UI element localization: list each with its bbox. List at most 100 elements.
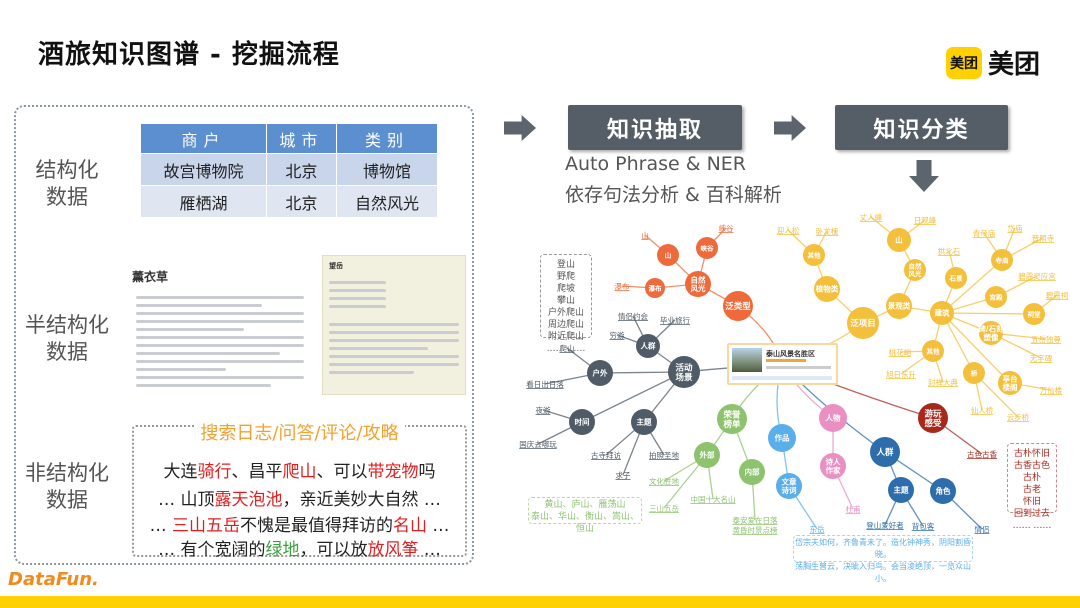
poi-title: 泰山风景名胜区 — [766, 350, 815, 358]
node-label: 亭台楼阁 — [1003, 374, 1018, 393]
leaf-label: 岱庙 — [1008, 223, 1023, 233]
leaf-label: 普照寺 — [1032, 233, 1055, 243]
leaf-label: 万仙楼 — [1040, 385, 1063, 395]
node-label: 自然风光 — [691, 275, 706, 294]
node-label: 作品 — [775, 433, 790, 443]
node-label: 石景 — [949, 273, 964, 282]
node-label: 泛项目 — [850, 318, 876, 329]
leaf-label: 瀑布 — [615, 281, 630, 291]
leaf-label: 封禅大典 — [928, 377, 958, 387]
leaf-label: 毕业旅行 — [660, 315, 690, 325]
list-item: 岱宗夫如何，齐鲁青未了。造化钟神秀，阴阳割昏晓。 — [795, 538, 971, 559]
climb-synonyms-box: 登山野爬爬坡攀山户外爬山周边爬山附近爬山 …… …… — [540, 254, 592, 354]
leaf-label: 云步桥 — [1007, 412, 1030, 422]
leaf-label: 碧霞灵应宫 — [1018, 271, 1056, 281]
leaf-label: 日观峰 — [914, 215, 937, 225]
leaf-label: 旭日东升 — [886, 369, 916, 379]
footer-bar — [0, 596, 1080, 608]
list-item: 荡胸生曾云，决眦入归鸟。会当凌绝顶，一览众山小。 — [795, 562, 971, 583]
leaf-label: 峡谷 — [719, 223, 734, 233]
node-label: 人群 — [876, 447, 894, 458]
leaf-label: 登山爱好者 — [866, 520, 904, 530]
list-item: 户外爬山 — [547, 308, 584, 318]
node-label: 山 — [895, 235, 903, 245]
leaf-label: 仙人桥 — [971, 405, 994, 415]
node-label: 人群 — [641, 341, 656, 351]
leaf-label: 泰安爱在日落黄昏时景点榜 — [733, 515, 778, 535]
leaf-label: 无字碑 — [1030, 353, 1053, 363]
leaf-label: 山 — [641, 230, 649, 240]
node-label: 建筑 — [934, 308, 950, 318]
node-label: 其他 — [808, 250, 822, 259]
leaf-label: 求子 — [616, 470, 631, 480]
leaf-label: 看日出日落 — [526, 379, 564, 389]
leaf-label: 情侣约会 — [618, 311, 648, 321]
feeling-synonyms-box: 古朴怀旧古香古色古朴古老怀旧回到过去 …… …… — [1007, 443, 1057, 531]
node-label: 宫殿 — [990, 292, 1004, 301]
node-label: 户外 — [593, 368, 608, 378]
node-label: 泛类型 — [725, 301, 751, 312]
list-item: 怀旧 — [1022, 497, 1041, 507]
node-label: 活动场景 — [675, 362, 693, 383]
leaf-label: 拱北石 — [938, 246, 961, 256]
node-label: 植物类 — [815, 284, 839, 294]
mountains-box: 黄山、庐山、雁荡山泰山、华山、衡山、嵩山、恒山 — [528, 497, 642, 534]
leaf-label: 三山五岳 — [649, 503, 679, 513]
leaf-label: 古寺拜访 — [591, 450, 621, 460]
node-label: 其他 — [927, 346, 941, 355]
node-label: 主题 — [894, 485, 909, 495]
leaf-label: 情侣 — [975, 524, 990, 534]
list-item: 附近爬山 — [547, 332, 584, 342]
leaf-label: 夜游 — [536, 405, 551, 415]
node-label: 游玩感受 — [924, 408, 942, 429]
node-label: 寺庙 — [996, 255, 1010, 264]
node-label: 文章诗词 — [782, 477, 797, 496]
node-label: 瀑布 — [649, 283, 663, 292]
node-label: 峡谷 — [701, 243, 715, 252]
node-label: 祠堂 — [1028, 309, 1042, 318]
datafun-logo: DataFun. — [8, 569, 99, 590]
leaf-label: 穷游 — [610, 330, 625, 340]
list-item: 野爬 — [556, 272, 575, 282]
list-item: …… …… — [1012, 521, 1052, 531]
leaf-label: 文化胜地 — [649, 476, 679, 486]
list-item: …… …… — [546, 344, 586, 354]
leaf-label: 国庆去哪玩 — [519, 439, 557, 449]
list-item: 登山 — [556, 260, 575, 270]
poi-card: 泰山风景名胜区 — [727, 343, 838, 385]
node-label: 荣誉榜单 — [722, 409, 741, 430]
leaf-label: 杜甫 — [846, 504, 861, 514]
list-item: 古朴 — [1022, 473, 1041, 483]
leaf-label: 青帝庙 — [973, 228, 996, 238]
node-label: 内部 — [745, 467, 760, 477]
leaf-label: 桃花峪 — [889, 347, 912, 357]
node-label: 诗人作家 — [826, 457, 841, 476]
list-item: 黄山、庐山、雁荡山 — [544, 500, 626, 510]
list-item: 古老 — [1022, 485, 1041, 495]
leaf-label: 丈人峰 — [860, 212, 883, 222]
node-label: 山 — [665, 250, 672, 259]
node-label: 主题 — [637, 417, 652, 427]
leaf-label: 碧霞祠 — [1046, 290, 1069, 300]
node-label: 角色 — [936, 486, 951, 496]
edge — [941, 312, 1035, 315]
poi-image — [732, 348, 762, 372]
node-label: 桥 — [971, 368, 978, 377]
leaf-label: 拍照圣地 — [649, 450, 679, 460]
leaf-label: 东岳 — [810, 524, 825, 534]
list-item: 古香古色 — [1013, 461, 1050, 471]
node-label: 景观类 — [888, 301, 911, 311]
node-label: 外部 — [700, 450, 715, 460]
poem-box: 岱宗夫如何，齐鲁青未了。造化钟神秀，阴阳割昏晓。 荡胸生曾云，决眦入归鸟。会当凌绝… — [793, 535, 973, 583]
list-item: 回到过去 — [1013, 509, 1050, 519]
list-item: 古朴怀旧 — [1013, 449, 1050, 459]
leaf-label: 古色古香 — [967, 449, 997, 459]
node-label: 人物 — [826, 413, 841, 423]
list-item: 爬坡 — [556, 284, 575, 294]
list-item: 攀山 — [556, 296, 575, 306]
leaf-label: 卧龙槐 — [816, 226, 839, 236]
list-item: 周边爬山 — [547, 320, 584, 330]
leaf-label: 中国十大名山 — [691, 494, 736, 504]
list-item: 泰山、华山、衡山、嵩山、恒山 — [530, 512, 639, 534]
leaf-label: 背包客 — [912, 521, 935, 531]
